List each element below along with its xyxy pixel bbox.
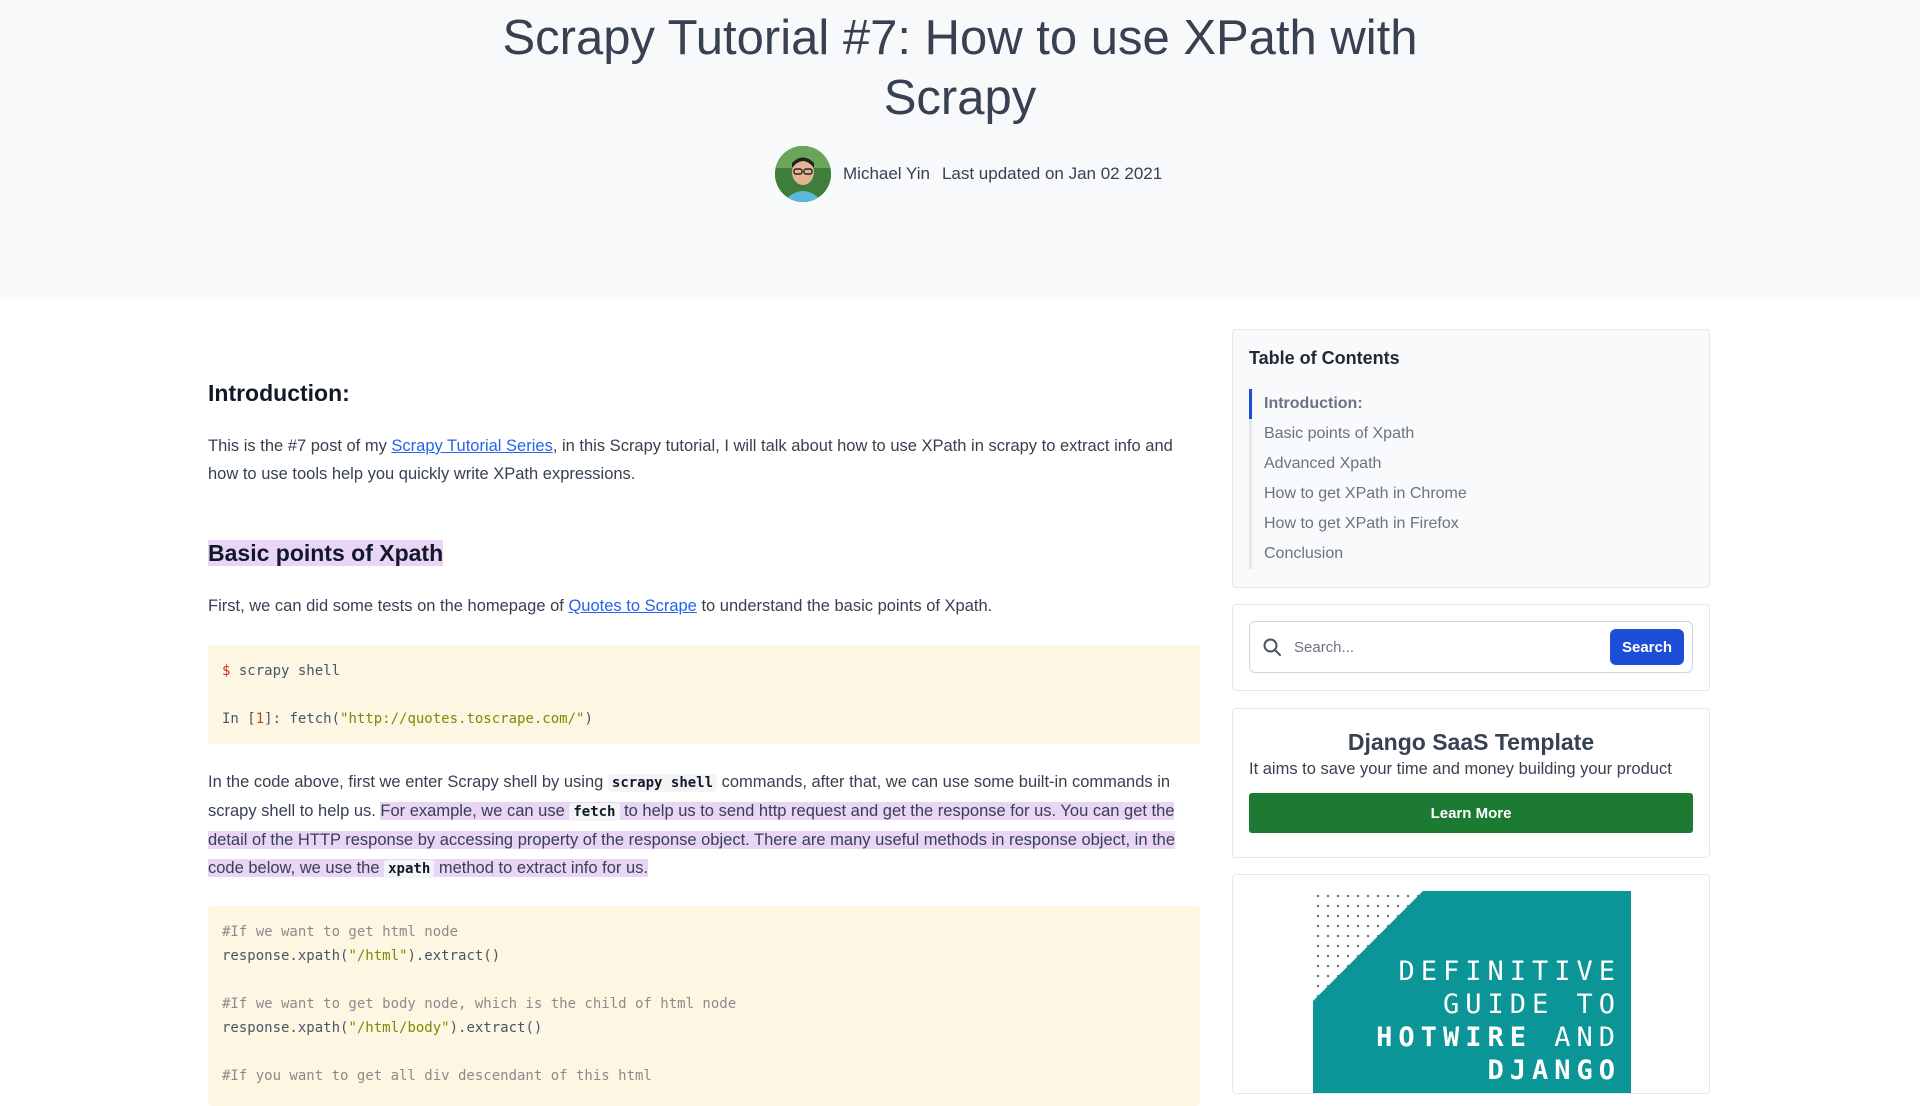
shell-explanation-paragraph: In the code above, first we enter Scrapy… [208, 773, 1176, 878]
avatar[interactable] [775, 146, 831, 202]
toc-item-basic-points[interactable]: Basic points of Xpath [1252, 419, 1693, 449]
book-promo: DEFINITIVE GUIDE TO HOTWIRE AND DJANGO [1232, 874, 1710, 1094]
author-name[interactable]: Michael Yin [843, 164, 930, 184]
inline-code-fetch: fetch [569, 803, 620, 821]
updated-date: Last updated on Jan 02 2021 [941, 164, 1163, 183]
page-title: Scrapy Tutorial #7: How to use XPath wit… [502, 11, 1418, 125]
promo-title: Django SaaS Template [1347, 729, 1595, 755]
toc-title: Table of Contents [1249, 348, 1400, 368]
byline: Michael Yin Last updated on Jan 02 2021 [775, 146, 1162, 202]
django-saas-promo: Django SaaS Template It aims to save you… [1232, 708, 1710, 858]
toc-list: Introduction: Basic points of Xpath Adva… [1249, 389, 1693, 569]
code-block-xpath-examples[interactable]: #If we want to get html node response.xp… [208, 906, 1200, 1106]
intro-paragraph: This is the #7 post of my Scrapy Tutoria… [208, 437, 1173, 483]
promo-text: It aims to save your time and money buil… [1249, 760, 1672, 778]
learn-more-button[interactable]: Learn More [1249, 793, 1693, 833]
book-cover-title: DEFINITIVE GUIDE TO HOTWIRE AND DJANGO [1376, 956, 1621, 1086]
article-header: Scrapy Tutorial #7: How to use XPath wit… [0, 0, 1920, 297]
basic-points-heading: Basic points of Xpath [208, 540, 444, 566]
code-block-scrapy-shell[interactable]: $ scrapy shell In [1]: fetch("http://quo… [208, 645, 1200, 744]
intro-heading: Introduction: [208, 380, 350, 406]
search-button[interactable]: Search [1610, 629, 1684, 665]
table-of-contents: Table of Contents Introduction: Basic po… [1232, 329, 1710, 588]
toc-item-advanced-xpath[interactable]: Advanced Xpath [1252, 449, 1693, 479]
toc-item-xpath-chrome[interactable]: How to get XPath in Chrome [1252, 479, 1693, 509]
basic-paragraph: First, we can did some tests on the home… [208, 597, 993, 615]
inline-code-scrapy-shell: scrapy shell [607, 774, 718, 792]
inline-code-xpath: xpath [384, 860, 435, 878]
book-cover-image[interactable]: DEFINITIVE GUIDE TO HOTWIRE AND DJANGO [1313, 891, 1631, 1093]
toc-item-xpath-firefox[interactable]: How to get XPath in Firefox [1252, 509, 1693, 539]
search-box: Search [1249, 621, 1693, 673]
toc-item-conclusion[interactable]: Conclusion [1252, 539, 1693, 569]
scrapy-series-link[interactable]: Scrapy Tutorial Series [391, 437, 552, 455]
toc-item-introduction[interactable]: Introduction: [1249, 389, 1693, 419]
search-icon [1263, 638, 1281, 656]
search-widget: Search [1232, 604, 1710, 691]
search-input[interactable] [1292, 637, 1610, 657]
quotes-to-scrape-link[interactable]: Quotes to Scrape [568, 597, 696, 615]
